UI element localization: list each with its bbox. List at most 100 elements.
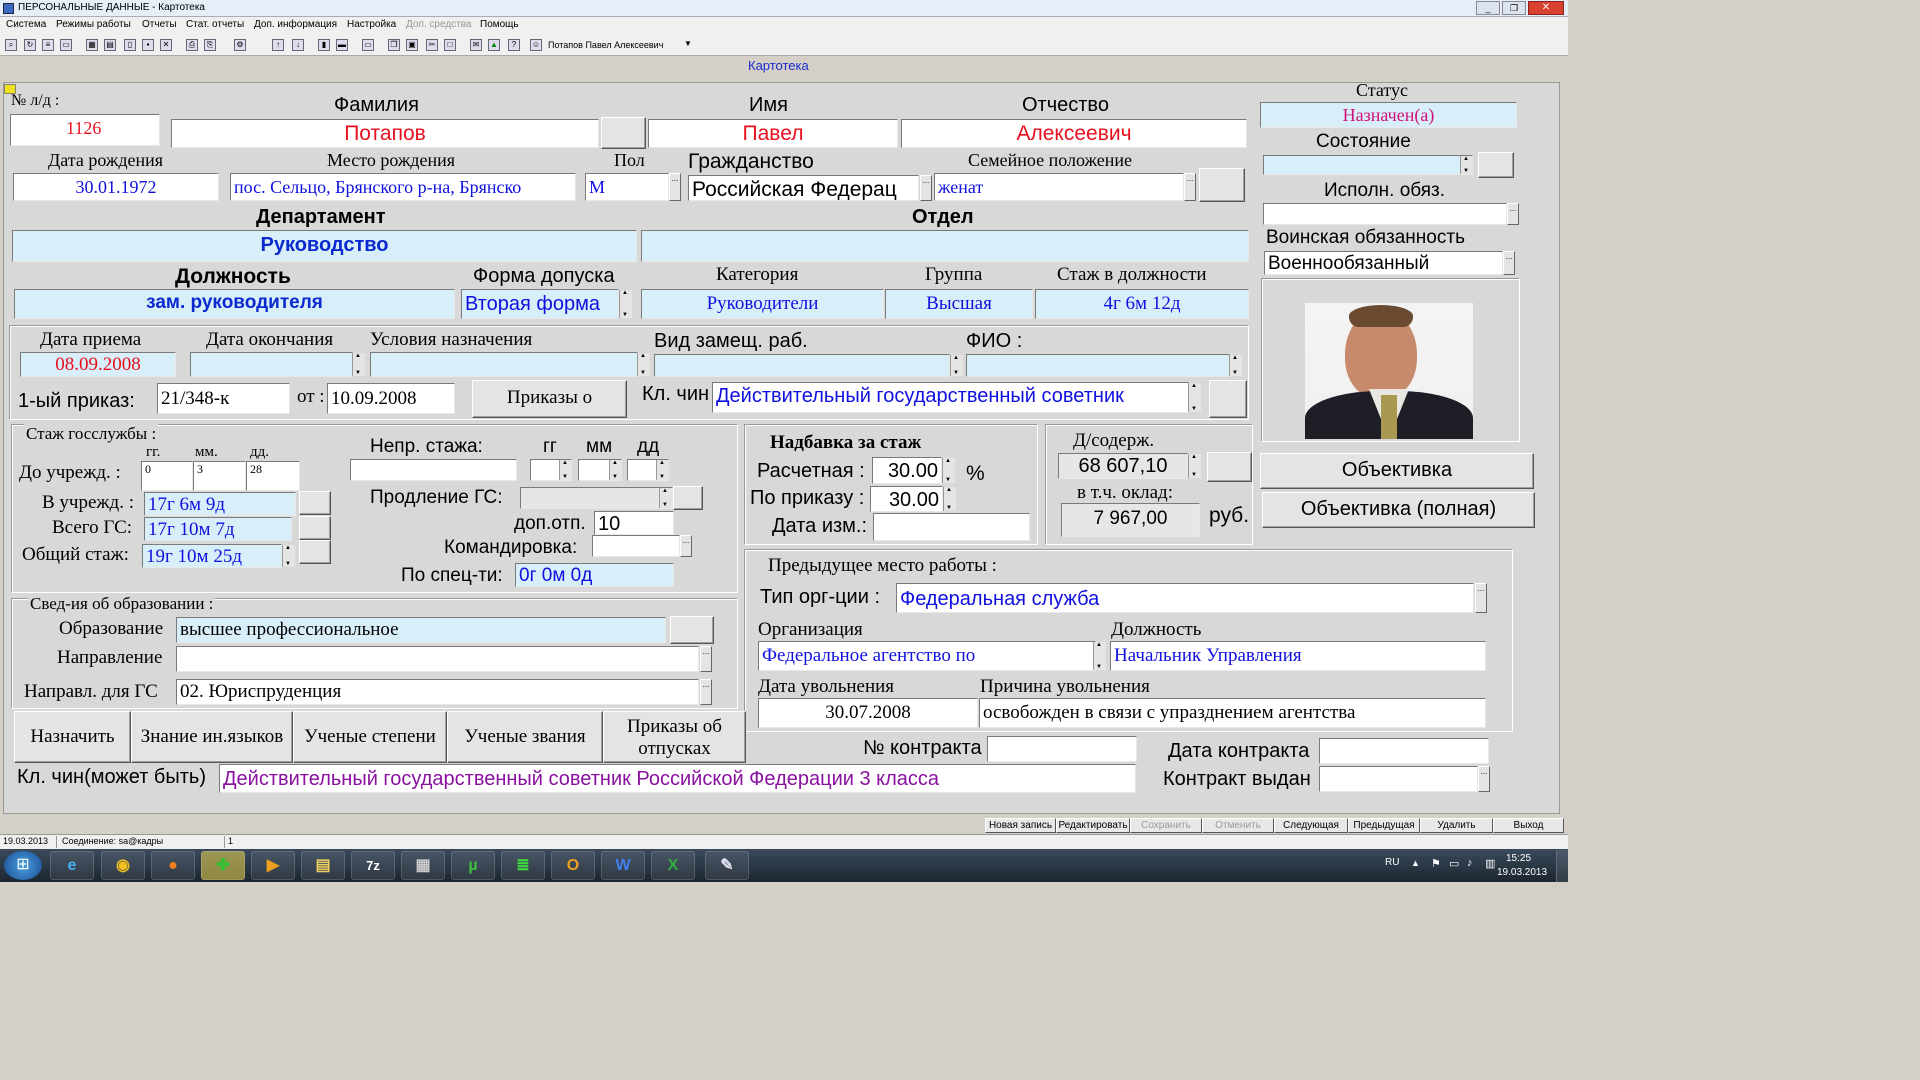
sort-desc-icon[interactable]: ↓ (292, 39, 304, 51)
card-icon[interactable]: ▤ (104, 39, 116, 51)
trip-field[interactable] (592, 535, 680, 557)
languages-button[interactable]: Знание ин.языков (131, 711, 293, 763)
word-icon[interactable]: W (601, 851, 645, 880)
tray-flag-icon[interactable]: ⚑ (1431, 857, 1441, 870)
prev-pos-field[interactable]: Начальник Управления (1110, 641, 1486, 671)
edu-button[interactable] (670, 616, 714, 644)
dir-field[interactable] (176, 646, 699, 672)
position-field[interactable]: зам. руководителя (14, 289, 455, 319)
name-field[interactable]: Павел (648, 119, 898, 148)
print-preview-icon[interactable]: ⎘ (204, 39, 216, 51)
salary-button[interactable] (1207, 452, 1252, 482)
rank-spinner[interactable] (1188, 383, 1201, 412)
close-button[interactable]: ✕ (1528, 1, 1564, 15)
current-user[interactable]: Потапов Павел Алексеевич (548, 40, 663, 50)
citizenship-dropdown[interactable]: ... (920, 175, 932, 201)
save-icon[interactable]: ▪ (142, 39, 154, 51)
chart-icon[interactable]: ▮ (318, 39, 330, 51)
incl-field[interactable]: 7 967,00 (1061, 503, 1200, 537)
fio-spinner[interactable] (1229, 355, 1242, 376)
user-dropdown-icon[interactable]: ▼ (684, 39, 692, 48)
new-record-button[interactable]: Новая запись (985, 818, 1056, 833)
print-icon[interactable]: ⎙ (186, 39, 198, 51)
in-button[interactable] (299, 491, 331, 515)
start-button[interactable]: ⊞ (4, 851, 42, 880)
cond-field[interactable] (370, 352, 638, 377)
sex-field[interactable]: М (585, 173, 669, 201)
calc-field[interactable]: 30.00 (872, 457, 942, 484)
military-dropdown[interactable]: ... (1503, 251, 1515, 275)
sort-asc-icon[interactable]: ↑ (272, 39, 284, 51)
dir-dropdown[interactable]: ... (700, 646, 712, 672)
before-d-field[interactable]: 28 (246, 461, 300, 491)
frame-icon[interactable]: □ (444, 39, 456, 51)
unbroken-m-spinner[interactable] (609, 460, 622, 480)
monitor-icon[interactable]: ▭ (362, 39, 374, 51)
total-gs-button[interactable] (299, 516, 331, 540)
orgtype-dropdown[interactable]: ... (1475, 583, 1487, 613)
order-field[interactable]: 21/348-к (157, 383, 290, 414)
trip-dropdown[interactable]: ... (680, 535, 692, 557)
menu-dop-info[interactable]: Доп. информация (254, 19, 337, 30)
orders-button[interactable]: Приказы о (472, 380, 627, 418)
total-gs-field[interactable]: 17г 10м 7д (144, 517, 292, 541)
tray-volume-icon[interactable]: ♪ (1467, 857, 1473, 869)
chrome-icon[interactable]: ◉ (101, 851, 145, 880)
next-button[interactable]: Следующая (1274, 818, 1348, 833)
refresh-icon[interactable]: ↻ (24, 39, 36, 51)
menu-nastroyka[interactable]: Настройка (347, 19, 396, 30)
before-m-field[interactable]: 3 (193, 461, 246, 491)
total-field[interactable]: 19г 10м 25д (142, 544, 282, 568)
window-icon[interactable]: ▣ (406, 39, 418, 51)
end-spinner[interactable] (352, 353, 365, 376)
taskbar-time[interactable]: 15:25 (1506, 853, 1531, 864)
vacation-orders-button[interactable]: Приказы об отпусках (603, 711, 746, 763)
subst-spinner[interactable] (950, 355, 963, 376)
bonus-order-field[interactable]: 30.00 (870, 486, 943, 512)
orgtype-field[interactable]: Федеральная служба (896, 583, 1474, 613)
birthplace-field[interactable]: пос. Сельцо, Брянского р-на, Брянско (230, 173, 576, 201)
department-field[interactable]: Руководство (12, 230, 637, 262)
explorer-icon[interactable]: ▤ (301, 851, 345, 880)
tools-icon[interactable]: ✂ (426, 39, 438, 51)
family-button[interactable] (1199, 168, 1245, 202)
birthdate-field[interactable]: 30.01.1972 (13, 173, 219, 201)
titles-button[interactable]: Ученые звания (447, 711, 603, 763)
objective-button[interactable]: Объективка (1260, 453, 1534, 489)
menu-rezhimy[interactable]: Режимы работы (56, 19, 131, 30)
cond-spinner[interactable] (637, 353, 650, 376)
dismiss-field[interactable]: 30.07.2008 (758, 698, 978, 728)
unbroken-field[interactable] (350, 459, 517, 481)
bonus-order-spinner[interactable] (943, 487, 956, 511)
menu-sistema[interactable]: Система (6, 19, 46, 30)
mail-icon[interactable]: ✉ (470, 39, 482, 51)
outlook-icon[interactable]: O (551, 851, 595, 880)
delete-button[interactable]: Удалить (1420, 818, 1493, 833)
document-icon[interactable]: ▯ (124, 39, 136, 51)
state-field[interactable] (1263, 155, 1473, 175)
ext-button[interactable] (673, 486, 703, 510)
org-spinner[interactable] (1093, 642, 1106, 670)
utorrent-icon[interactable]: µ (451, 851, 495, 880)
copy-icon[interactable]: ❐ (388, 39, 400, 51)
rank-field[interactable]: Действительный государственный советник (712, 382, 1189, 413)
taskbar-lang[interactable]: RU (1385, 857, 1399, 868)
search-icon[interactable]: ⌕ (5, 39, 17, 51)
tenure-field[interactable]: 4г 6м 12д (1035, 289, 1249, 319)
before-y-field[interactable]: 0 (141, 461, 193, 491)
grid-icon[interactable]: ▦ (86, 39, 98, 51)
calc-spinner[interactable] (942, 458, 955, 483)
contract-issued-field[interactable] (1319, 766, 1478, 792)
objective-full-button[interactable]: Объективка (полная) (1262, 492, 1535, 528)
group-field[interactable]: Высшая (885, 289, 1033, 319)
media-player-icon[interactable]: ▶ (251, 851, 295, 880)
status-field[interactable]: Назначен(а) (1260, 102, 1517, 128)
gsdir-field[interactable]: 02. Юриспруденция (176, 679, 699, 705)
duty-field[interactable] (1263, 203, 1507, 225)
contract-date-field[interactable] (1319, 738, 1489, 764)
previous-button[interactable]: Предыдущая (1348, 818, 1420, 833)
subst-field[interactable] (654, 354, 950, 377)
save-button[interactable]: Сохранить (1130, 818, 1202, 833)
tray-up-icon[interactable]: ▲ (1411, 858, 1420, 868)
clearance-spinner[interactable] (619, 290, 632, 318)
